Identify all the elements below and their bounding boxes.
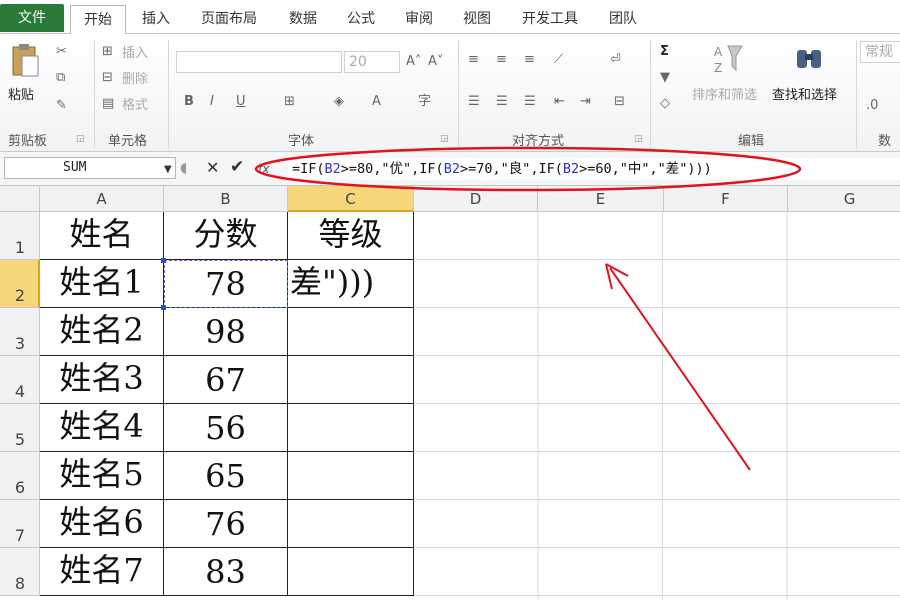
annotation-overlay (254, 146, 802, 471)
annotation-ellipse (254, 146, 802, 192)
annotation-arrow-line (609, 267, 751, 471)
spreadsheet-app: 文件 开始 插入 页面布局 数据 公式 审阅 视图 开发工具 团队 粘贴 ✂ ⧉… (0, 0, 900, 600)
